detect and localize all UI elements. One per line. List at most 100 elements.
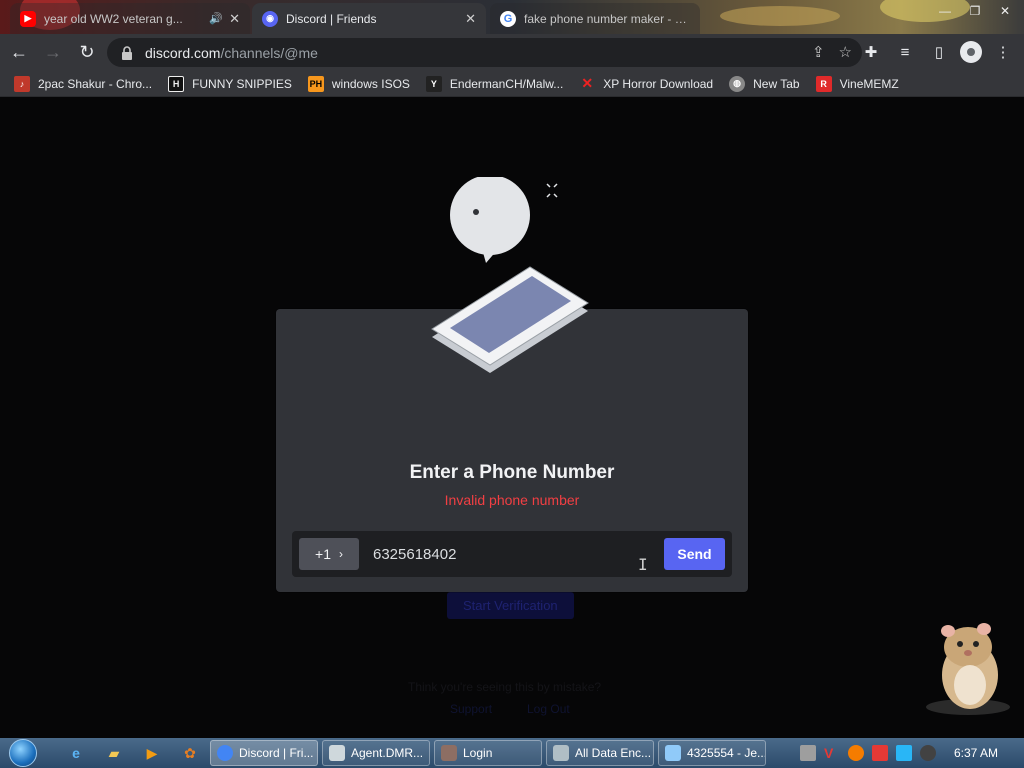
taskbar-item[interactable]: Login [434,740,542,766]
phone-number-input[interactable] [373,545,664,563]
share-icon[interactable]: ⇪ [812,43,825,61]
google-icon: G [500,10,516,27]
x-icon: ✕ [581,75,594,91]
taskbar-item[interactable]: All Data Enc... [546,740,654,766]
bookmark-label: EndermanCH/Malw... [449,76,564,91]
windows-logo-icon [9,739,37,767]
lock-icon[interactable] [121,45,133,60]
taskbar-item-label: Login [463,746,493,760]
error-message: Invalid phone number [444,492,580,508]
close-window-icon[interactable]: ✕ [992,2,1018,20]
maximize-icon[interactable]: ❐ [962,2,988,20]
profile-avatar[interactable] [960,41,982,63]
bookmark-label: FUNNY SNIPPIES [192,76,292,91]
media-control-icon[interactable]: ≡ [892,38,918,66]
forward-icon[interactable]: → [38,38,68,68]
browser-toolbar: ← → ↻ discord.com/channels/@me ⇪ ☆ ✚ ≡ ▯… [0,34,1024,71]
extensions-icon[interactable]: ✚ [858,38,884,66]
taskbar-item[interactable]: 4325554 - Je... [658,740,766,766]
support-link: Support [450,702,493,716]
tab-youtube[interactable]: ▶ year old WW2 veteran g... 🔊 ✕ [10,3,250,34]
tab-discord[interactable]: ◉ Discord | Friends ✕ [252,3,486,34]
discord-icon: ◉ [262,10,278,27]
taskbar-item[interactable]: Agent.DMR... [322,740,430,766]
music-icon: ♪ [14,75,30,92]
browser-tab-strip: ▶ year old WW2 veteran g... 🔊 ✕ ◉ Discor… [0,0,1024,34]
bookmark-item[interactable]: PH windows ISOS [307,75,410,92]
bookmark-item[interactable]: Y EndermanCH/Malw... [425,75,564,92]
tray-search-icon[interactable] [847,745,864,761]
bookmark-label: New Tab [753,76,800,91]
flag-icon[interactable] [871,745,888,761]
bookmark-label: 2pac Shakur - Chro... [38,76,153,91]
discord-page: Start Verification Think you're seeing t… [0,97,1024,738]
chrome-icon [217,745,233,761]
media-player-icon[interactable]: ▶ [136,740,168,766]
star-icon[interactable]: ☆ [839,43,852,61]
back-icon[interactable]: ← [4,38,34,68]
hamster-desktop-pet [926,623,1010,715]
tray-app-icon[interactable] [799,745,816,761]
yp-icon: Y [425,75,442,92]
country-code-button[interactable]: +1 › [299,538,359,570]
bookmark-label: XP Horror Download [603,76,714,91]
tab-title: Discord | Friends [286,11,377,26]
reload-icon[interactable]: ↻ [72,38,102,68]
window-controls: — ❐ ✕ [932,2,1018,20]
bookmark-label: VineMEMZ [839,76,899,91]
minimize-icon[interactable]: — [932,2,958,20]
tab-google[interactable]: G fake phone number maker - Go [490,3,700,34]
windows-taskbar: e ▰ ▶ ✿ Discord | Fri... Agent.DMR... Lo… [0,738,1024,768]
taskbar-item-label: 4325554 - Je... [687,746,766,760]
url-path: /channels/@me [220,44,318,61]
internet-explorer-icon[interactable]: e [60,740,92,766]
globe-icon: ◍ [729,75,746,92]
window-icon [553,745,569,761]
h-icon: H [168,75,185,92]
chevron-right-icon: › [338,547,343,561]
address-bar[interactable]: discord.com/channels/@me ⇪ ☆ [107,38,862,67]
monitor-icon[interactable] [895,745,912,761]
close-icon[interactable]: ✕ [465,11,476,27]
url-host: discord.com [145,44,221,61]
side-panel-icon[interactable]: ▯ [926,38,952,66]
system-tray: V 6:37 AM [790,738,1024,768]
taskbar-item-label: Discord | Fri... [239,746,314,760]
folder-icon[interactable]: ▰ [98,740,130,766]
login-icon [441,745,457,761]
bookmark-label: windows ISOS [331,76,410,91]
bookmark-item[interactable]: ◍ New Tab [729,75,800,92]
text-cursor-icon: I [638,555,648,574]
bookmarks-bar: ♪ 2pac Shakur - Chro... H FUNNY SNIPPIES… [0,71,1024,97]
logout-link: Log Out [527,702,570,716]
ph-icon: PH [307,75,324,92]
window-icon [329,745,345,761]
close-icon[interactable]: ✕ [229,11,240,27]
bookmark-item[interactable]: ♪ 2pac Shakur - Chro... [14,75,153,92]
bookmark-item[interactable]: R VineMEMZ [815,75,899,92]
modal-title: Enter a Phone Number [409,462,615,483]
bookmark-item[interactable]: ✕ XP Horror Download [579,75,714,92]
taskbar-item-label: Agent.DMR... [351,746,424,760]
youtube-icon: ▶ [20,10,36,27]
tab-title: year old WW2 veteran g... [44,11,183,26]
r-icon: R [815,75,832,92]
tab-title: fake phone number maker - Go [524,11,690,26]
speaker-icon[interactable]: 🔊 [209,12,223,25]
tray-v-icon[interactable]: V [824,745,840,761]
clock[interactable]: 6:37 AM [954,746,998,760]
taskbar-item[interactable]: Discord | Fri... [210,740,318,766]
speaker-tray-icon[interactable] [919,745,936,761]
help-text: Think you're seeing this by mistake? [408,680,602,694]
bookmark-item[interactable]: H FUNNY SNIPPIES [168,75,292,92]
send-button[interactable]: Send [664,538,725,570]
wallpaper-art [720,6,840,26]
app-icon[interactable]: ✿ [174,740,206,766]
menu-icon[interactable]: ⋮ [990,38,1016,66]
country-code: +1 [315,546,331,562]
start-verification-button: Start Verification [447,592,574,619]
start-button[interactable] [6,738,40,768]
phone-illustration [431,177,589,373]
phone-input-row: +1 › I Send [292,531,732,577]
taskbar-item-label: All Data Enc... [575,746,652,760]
